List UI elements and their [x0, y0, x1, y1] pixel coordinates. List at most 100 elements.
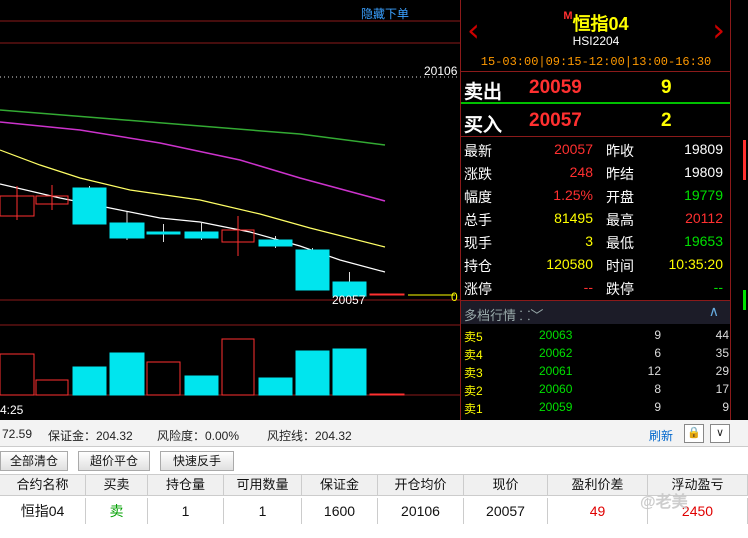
depth-row[interactable]: 卖3 20061 12 29 [461, 362, 731, 380]
quote-label: 昨收 [606, 143, 634, 159]
table-header: 合约名称 买卖 持仓量 可用数量 保证金 开仓均价 现价 盈利价差 浮动盈亏 [0, 474, 748, 496]
table-cell: 恒指04 [0, 498, 86, 524]
depth-row[interactable]: 卖1 20059 9 9 [461, 398, 731, 416]
candle-body [146, 231, 181, 235]
quote-label: 幅度 [464, 189, 492, 205]
sell-price[interactable]: 20059 [529, 77, 582, 99]
ma-line-purple [0, 121, 386, 202]
margin-text: 保证金：204.32 [48, 429, 133, 443]
trading-sessions: 15-03:00|09:15-12:00|13:00-16:30 [480, 55, 712, 69]
quote-row: 涨跌 248 昨结 19809 [461, 161, 731, 184]
quote-value: 81495 [554, 210, 593, 226]
depth-row[interactable]: 卖5 20063 9 44 [461, 326, 731, 344]
column-header[interactable]: 现价 [464, 475, 548, 495]
table-row[interactable]: 恒指04 卖 1 1 1600 20106 20057 49 2450 [0, 498, 748, 524]
quote-value: 19809 [684, 164, 723, 180]
watermark: @老美 [640, 494, 688, 511]
volume-bar [221, 338, 255, 396]
buy-price[interactable]: 20057 [529, 110, 582, 132]
quote-label: 总手 [464, 212, 492, 228]
action-buttons: 全部清仓 超价平仓 快速反手 [0, 450, 748, 472]
volume-bar [258, 377, 293, 396]
table-cell: 49 [548, 498, 648, 524]
quick-reverse-button[interactable]: 快速反手 [160, 451, 234, 471]
instrument-header: ‹ › M恒指04 HSI2204 15-03:00|09:15-12:00|1… [461, 0, 731, 72]
volume-bar [35, 379, 69, 396]
sell-row[interactable]: 卖出 20059 9 [461, 72, 731, 104]
hide-orders-link[interactable]: 隐藏下单 [361, 5, 409, 22]
column-header[interactable]: 买卖 [86, 475, 148, 495]
column-header[interactable]: 保证金 [302, 475, 378, 495]
quote-value: -- [583, 279, 593, 295]
kline-chart[interactable]: 隐藏下单 20106 20057 0 4:25 [0, 0, 460, 420]
lock-icon[interactable]: 🔒 [684, 424, 704, 443]
depth-row[interactable]: 卖4 20062 6 35 [461, 344, 731, 362]
depth-price[interactable]: 20060 [539, 382, 572, 396]
depth-label: 卖3 [464, 366, 483, 380]
quote-row: 幅度 1.25% 开盘 19779 [461, 184, 731, 207]
quote-value: -- [713, 279, 723, 295]
quote-value: 248 [569, 164, 593, 180]
quote-panel: ‹ › M恒指04 HSI2204 15-03:00|09:15-12:00|1… [460, 0, 731, 420]
time-axis-label: 4:25 [0, 403, 24, 417]
depth-label: 卖5 [464, 330, 483, 344]
depth-row[interactable]: 卖2 20060 8 17 [461, 380, 731, 398]
column-header[interactable]: 持仓量 [148, 475, 224, 495]
table-cell: 20106 [378, 498, 464, 524]
account-status-bar: 72.59 保证金：204.32 风险度：0.00% 风控线：204.32 刷新… [0, 420, 748, 447]
close-all-button[interactable]: 全部清仓 [0, 451, 68, 471]
quote-row: 涨停 -- 跌停 -- [461, 276, 731, 299]
table-cell: 1600 [302, 498, 378, 524]
column-header[interactable]: 可用数量 [224, 475, 302, 495]
quote-label: 时间 [606, 258, 634, 274]
depth-qty: 6 [654, 346, 661, 360]
last-price-label: 20057 [332, 293, 366, 307]
refresh-link[interactable]: 刷新 [649, 427, 673, 444]
quote-value: 1.25% [553, 187, 593, 203]
buy-row[interactable]: 买入 20057 2 [461, 105, 731, 137]
column-header[interactable]: 开仓均价 [378, 475, 464, 495]
instrument-name-text: 恒指04 [572, 14, 629, 34]
double-chevron-down-icon[interactable]: ⸬﹀ [520, 308, 544, 323]
quote-label: 昨结 [606, 166, 634, 182]
axis-zero-label: 0 [451, 290, 458, 304]
table-cell: 1 [148, 498, 224, 524]
depth-title: 多档行情 ⸬﹀ [464, 305, 543, 324]
candle-body [369, 293, 405, 296]
level-price-label: 20106 [424, 64, 458, 78]
quote-value: 20057 [554, 141, 593, 157]
column-header[interactable]: 盈利价差 [548, 475, 648, 495]
quote-label: 涨跌 [464, 166, 492, 182]
trade-area: 72.59 保证金：204.32 风险度：0.00% 风控线：204.32 刷新… [0, 420, 748, 538]
quote-label: 持仓 [464, 258, 492, 274]
quote-value: 10:35:20 [668, 256, 724, 272]
quote-value: 19809 [684, 141, 723, 157]
volume-bar [332, 348, 367, 396]
quote-row: 现手 3 最低 19653 [461, 230, 731, 253]
depth-price[interactable]: 20059 [539, 400, 572, 414]
side-scroll-strip[interactable] [730, 0, 748, 420]
depth-price[interactable]: 20063 [539, 328, 572, 342]
depth-label: 卖2 [464, 384, 483, 398]
buy-qty: 2 [661, 110, 672, 131]
quote-value: 19779 [684, 187, 723, 203]
quote-label: 涨停 [464, 281, 492, 297]
column-header[interactable]: 合约名称 [0, 475, 86, 495]
chevron-down-icon[interactable]: ∨ [710, 424, 730, 443]
super-close-button[interactable]: 超价平仓 [78, 451, 150, 471]
table-cell: 20057 [464, 498, 548, 524]
depth-price[interactable]: 20061 [539, 364, 572, 378]
sell-qty: 9 [661, 77, 672, 98]
depth-toggle-bar[interactable]: 多档行情 ⸬﹀ ∧ [461, 300, 731, 324]
candle-body [184, 231, 219, 239]
chevron-up-icon[interactable]: ∧ [709, 303, 719, 320]
balance-tail: 72.59 [2, 427, 33, 441]
candle-body [295, 249, 330, 291]
quote-label: 最新 [464, 143, 492, 159]
quote-label: 开盘 [606, 189, 634, 205]
depth-price[interactable]: 20062 [539, 346, 572, 360]
volume-bar [109, 352, 145, 396]
depth-title-text: 多档行情 [464, 308, 517, 323]
quote-value: 20112 [685, 210, 723, 226]
quote-value: 3 [585, 233, 593, 249]
